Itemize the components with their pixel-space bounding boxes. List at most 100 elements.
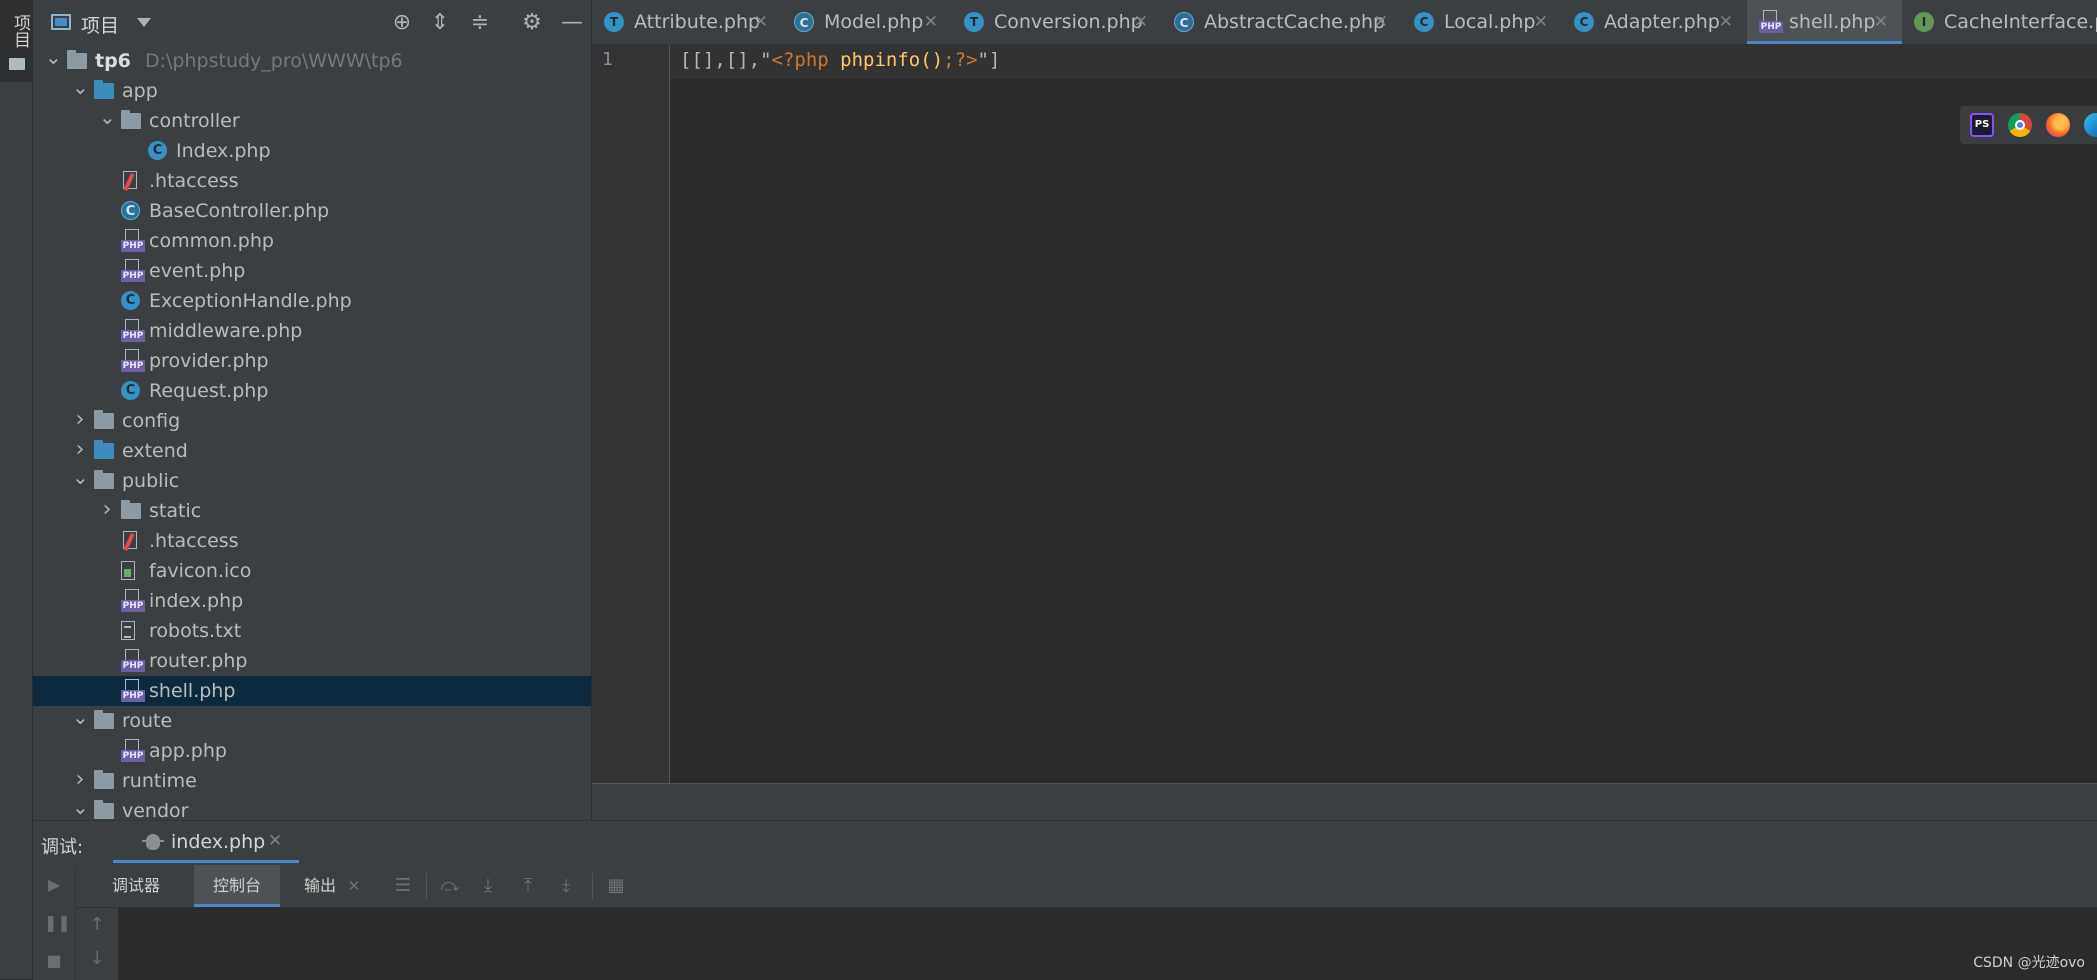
- folder-icon: [94, 410, 114, 429]
- editor-tab[interactable]: T Attribute.php ✕: [592, 0, 782, 44]
- close-icon[interactable]: ✕: [268, 831, 282, 851]
- tree-item[interactable]: PHP middleware.php: [33, 316, 591, 346]
- editor-tab-label: Attribute.php: [634, 11, 761, 33]
- chrome-browser-icon[interactable]: [2008, 113, 2032, 137]
- tab-debugger[interactable]: 调试器: [94, 865, 178, 907]
- layout-menu-icon[interactable]: ☰: [391, 875, 415, 897]
- editor-tab[interactable]: C Local.php ✕: [1402, 0, 1562, 44]
- tree-item[interactable]: C Index.php: [33, 136, 591, 166]
- tree-item[interactable]: .htaccess: [33, 526, 591, 556]
- folder-icon: [121, 500, 141, 519]
- close-icon[interactable]: ✕: [1874, 0, 1888, 44]
- close-icon[interactable]: ✕: [1719, 0, 1733, 44]
- debug-session-tab[interactable]: index.php ✕: [113, 821, 299, 863]
- tree-item-label: event.php: [149, 260, 246, 282]
- php-file-icon: PHP: [121, 259, 145, 283]
- tree-item[interactable]: › static: [33, 496, 591, 526]
- firefox-browser-icon[interactable]: [2046, 113, 2070, 137]
- chevron-down-icon[interactable]: ⌄: [72, 466, 89, 496]
- run-to-cursor-icon[interactable]: ⤈: [554, 875, 578, 897]
- step-over-icon[interactable]: ⤼: [438, 875, 462, 897]
- close-icon[interactable]: ✕: [924, 0, 938, 44]
- editor-tab-label: shell.php: [1789, 11, 1876, 33]
- tree-item[interactable]: › extend: [33, 436, 591, 466]
- code-token: <?php: [771, 49, 829, 71]
- tree-item[interactable]: C BaseController.php: [33, 196, 591, 226]
- chevron-down-icon[interactable]: ⌄: [99, 106, 116, 136]
- php-class-icon: C: [121, 291, 140, 310]
- tree-item[interactable]: PHP common.php: [33, 226, 591, 256]
- console-output[interactable]: [118, 908, 2097, 980]
- editor-tab[interactable]: I CacheInterface.php: [1902, 0, 2097, 44]
- debug-tab-strip: 调试器 控制台 输出 ✕ ☰ ⤼ ⤓ ⤒ ⤈ ▦: [76, 865, 2097, 908]
- pause-icon[interactable]: ❚❚: [44, 913, 71, 933]
- tree-item[interactable]: ⌄ vendor: [33, 796, 591, 820]
- tree-item-label: static: [149, 500, 202, 522]
- minimize-icon[interactable]: —: [559, 10, 585, 36]
- tree-item[interactable]: PHP shell.php: [33, 676, 591, 706]
- tree-item[interactable]: › runtime: [33, 766, 591, 796]
- evaluate-expression-icon[interactable]: ▦: [604, 875, 628, 897]
- editor-tab[interactable]: PHP shell.php ✕: [1747, 0, 1902, 44]
- tree-item-path: D:\phpstudy_pro\WWW\tp6: [145, 50, 403, 72]
- tree-item[interactable]: ⌄ public: [33, 466, 591, 496]
- gear-icon[interactable]: ⚙: [519, 10, 545, 36]
- code-token: ?>: [954, 49, 978, 71]
- tree-item[interactable]: ⌄ route: [33, 706, 591, 736]
- step-into-icon[interactable]: ⤓: [476, 875, 500, 897]
- edge-browser-icon[interactable]: [2084, 113, 2097, 137]
- tab-console[interactable]: 控制台: [194, 865, 280, 907]
- expand-all-icon[interactable]: ⇕: [427, 10, 453, 36]
- close-icon[interactable]: ✕: [754, 0, 768, 44]
- editor-tab-bar: T Attribute.php ✕ C Model.php ✕ T Conversion.ph…: [592, 0, 2097, 45]
- tree-item[interactable]: ⌄ tp6 D:\phpstudy_pro\WWW\tp6: [33, 46, 591, 76]
- tree-item[interactable]: › config: [33, 406, 591, 436]
- tree-item[interactable]: PHP router.php: [33, 646, 591, 676]
- chevron-down-icon[interactable]: ⌄: [72, 796, 89, 820]
- chevron-down-icon[interactable]: ⌄: [72, 706, 89, 736]
- resume-icon[interactable]: ▶: [44, 875, 64, 895]
- chevron-down-icon[interactable]: [137, 18, 151, 27]
- chevron-right-icon[interactable]: ›: [72, 436, 88, 466]
- chevron-down-icon[interactable]: ⌄: [72, 76, 89, 106]
- tab-output[interactable]: 输出: [298, 865, 342, 907]
- close-icon[interactable]: ✕: [1374, 0, 1388, 44]
- editor-tab[interactable]: T Conversion.php ✕: [952, 0, 1162, 44]
- tree-item-label: vendor: [122, 800, 189, 820]
- text-file-icon: [121, 621, 135, 640]
- tree-item[interactable]: PHP event.php: [33, 256, 591, 286]
- tree-item[interactable]: PHP app.php: [33, 736, 591, 766]
- close-icon[interactable]: ✕: [1134, 0, 1148, 44]
- close-icon[interactable]: ✕: [342, 875, 366, 897]
- tree-item-label: provider.php: [149, 350, 269, 372]
- tree-item-label: common.php: [149, 230, 274, 252]
- stop-icon[interactable]: ■: [44, 951, 64, 971]
- tree-item[interactable]: ⌄ app: [33, 76, 591, 106]
- editor-tab[interactable]: C AbstractCache.php ✕: [1162, 0, 1402, 44]
- tree-item[interactable]: C ExceptionHandle.php: [33, 286, 591, 316]
- editor-tab[interactable]: C Model.php ✕: [782, 0, 952, 44]
- chevron-right-icon[interactable]: ›: [72, 766, 88, 796]
- tree-item[interactable]: ⌄ controller: [33, 106, 591, 136]
- phpstorm-browser-icon[interactable]: PS: [1970, 113, 1994, 137]
- chevron-right-icon[interactable]: ›: [72, 406, 88, 436]
- close-icon[interactable]: ✕: [1534, 0, 1548, 44]
- chevron-right-icon[interactable]: ›: [99, 496, 115, 526]
- tree-item[interactable]: .htaccess: [33, 166, 591, 196]
- tree-item[interactable]: robots.txt: [33, 616, 591, 646]
- collapse-all-icon[interactable]: ≑: [467, 10, 493, 36]
- project-tool-tab[interactable]: 项目: [0, 0, 32, 82]
- step-out-icon[interactable]: ⤒: [516, 875, 540, 897]
- code-editor[interactable]: 1 [[],[],"<?php phpinfo();?>"]: [592, 45, 2097, 783]
- tree-item[interactable]: C Request.php: [33, 376, 591, 406]
- htaccess-file-icon: [121, 171, 139, 192]
- chevron-down-icon[interactable]: ⌄: [45, 46, 62, 76]
- tree-item[interactable]: favicon.ico: [33, 556, 591, 586]
- code-line[interactable]: [[],[],"<?php phpinfo();?>"]: [680, 49, 1000, 71]
- locate-icon[interactable]: ⊕: [389, 10, 415, 36]
- arrow-up-icon[interactable]: ↑: [88, 914, 106, 935]
- tree-item[interactable]: PHP provider.php: [33, 346, 591, 376]
- editor-tab[interactable]: C Adapter.php ✕: [1562, 0, 1747, 44]
- tree-item[interactable]: PHP index.php: [33, 586, 591, 616]
- arrow-down-icon[interactable]: ↓: [88, 948, 106, 969]
